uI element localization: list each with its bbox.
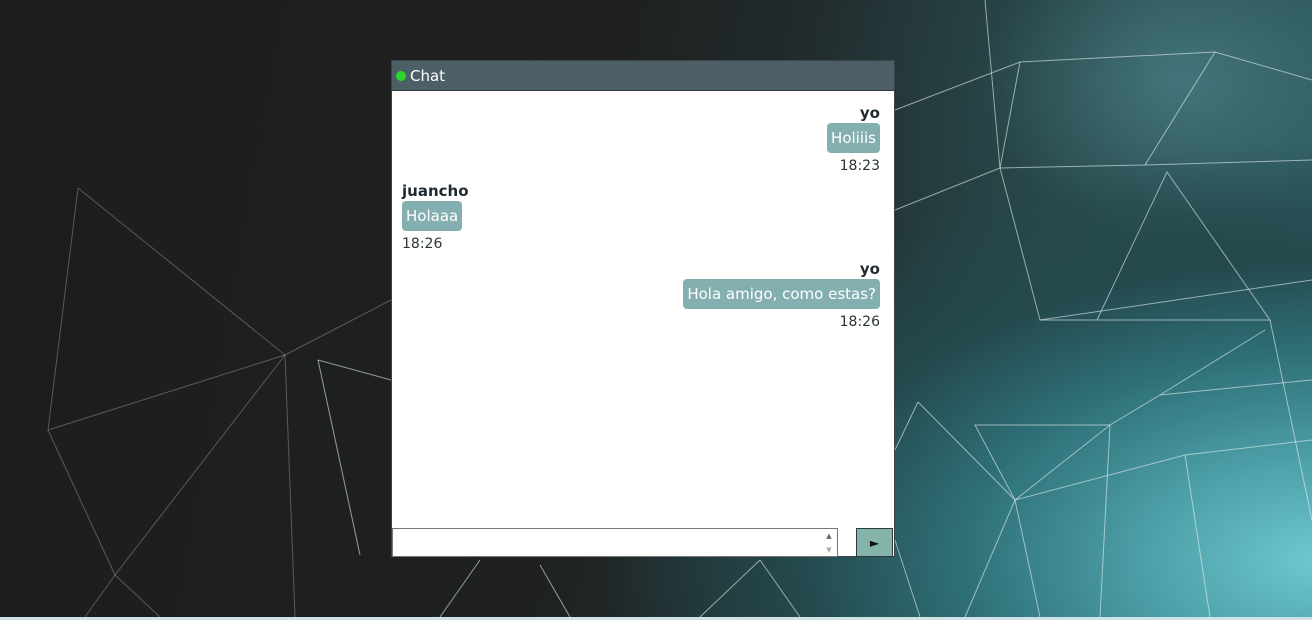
message-time: 18:26 (839, 314, 880, 330)
message-composer: ▲ ▼ ► (392, 528, 894, 557)
spinner-down-icon[interactable]: ▼ (826, 545, 831, 555)
message-item: yo Hola amigo, como estas? 18:26 (683, 260, 880, 330)
message-bubble: Holaaa (402, 201, 463, 231)
send-button[interactable]: ► (856, 528, 893, 557)
message-bubble: Holiiis (827, 123, 880, 153)
message-input-wrapper: ▲ ▼ (392, 528, 838, 557)
message-sender: yo (859, 260, 880, 278)
message-sender: juancho (402, 182, 469, 200)
message-bubble: Hola amigo, como estas? (683, 279, 880, 309)
message-item: yo Holiiis 18:23 (827, 104, 880, 174)
message-sender: yo (859, 104, 880, 122)
play-triangle-icon: ► (869, 535, 880, 550)
scroll-spinner[interactable]: ▲ ▼ (823, 531, 835, 555)
chat-header[interactable]: Chat (392, 61, 894, 91)
message-item: juancho Holaaa 18:26 (402, 182, 469, 252)
spinner-up-icon[interactable]: ▲ (826, 531, 831, 541)
chat-title: Chat (410, 66, 446, 85)
online-status-icon (396, 70, 406, 81)
message-input[interactable] (393, 529, 837, 556)
message-list[interactable]: yo Holiiis 18:23 juancho Holaaa 18:26 yo… (392, 91, 894, 528)
message-time: 18:26 (402, 236, 443, 252)
chat-window: Chat yo Holiiis 18:23 juancho Holaaa 18:… (391, 60, 895, 557)
message-time: 18:23 (839, 158, 880, 174)
